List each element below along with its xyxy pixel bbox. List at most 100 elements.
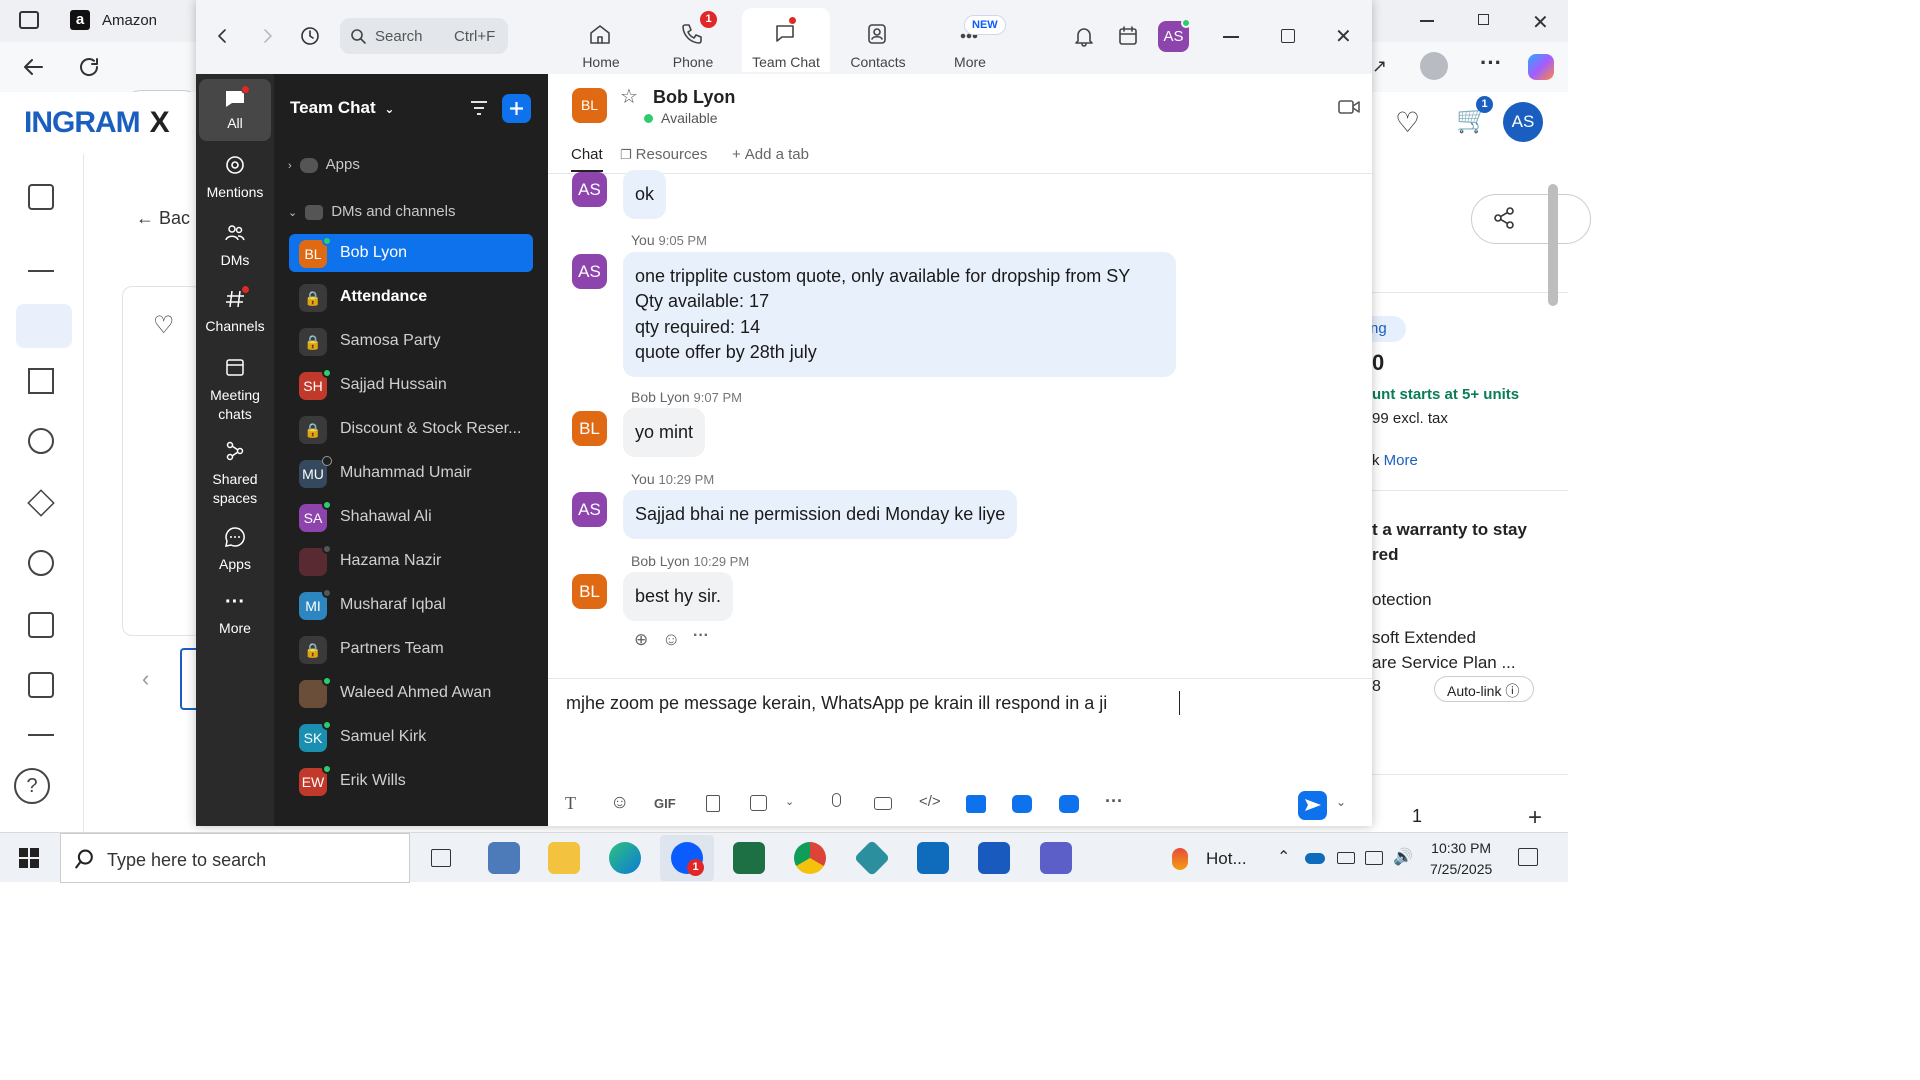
window-menu-icon[interactable] — [19, 11, 39, 29]
chat-list-title[interactable]: Team Chat ⌄ — [290, 98, 394, 118]
help-icon[interactable]: ? — [14, 768, 50, 804]
rail-mentions[interactable]: Mentions — [199, 154, 271, 200]
taskbar-search[interactable]: Type here to search — [60, 833, 410, 883]
quantity-increase-icon[interactable]: + — [1528, 804, 1542, 832]
tray-expand-icon[interactable]: ⌃ — [1277, 847, 1290, 867]
filter-icon[interactable] — [470, 100, 488, 116]
quantity-value[interactable]: 1 — [1412, 806, 1422, 827]
whiteboard-app-icon[interactable] — [1012, 795, 1032, 813]
forward-icon[interactable] — [258, 27, 276, 45]
orders-icon[interactable] — [28, 672, 54, 698]
home-icon[interactable] — [28, 184, 54, 210]
support-icon[interactable] — [28, 550, 54, 576]
chat-row-bob-lyon[interactable]: BL Bob Lyon — [289, 234, 533, 272]
favorite-heart-icon[interactable]: ♡ — [153, 311, 175, 340]
back-arrow-icon[interactable] — [22, 55, 46, 79]
tab-team-chat[interactable]: Team Chat — [742, 8, 830, 72]
minimize-window-icon[interactable] — [1420, 20, 1434, 22]
site-profile-avatar[interactable]: AS — [1503, 102, 1543, 142]
back-link[interactable]: ← Bac — [136, 208, 190, 229]
message-bubble[interactable]: ok — [623, 170, 667, 220]
chat-row-musharaf-iqbal[interactable]: MI Musharaf Iqbal — [289, 586, 533, 624]
battery-icon[interactable] — [1337, 852, 1355, 864]
excel-app-icon[interactable] — [733, 842, 765, 874]
tab-more[interactable]: NEW More — [926, 8, 1014, 72]
message-more-icon[interactable]: ··· — [693, 627, 709, 645]
microphone-icon[interactable] — [832, 793, 841, 807]
back-icon[interactable] — [214, 27, 232, 45]
tab-home[interactable]: Home — [557, 8, 645, 72]
browser-menu-icon[interactable]: ··· — [1480, 50, 1502, 76]
windows-start-icon[interactable] — [19, 848, 39, 868]
zoom-minimize-icon[interactable] — [1223, 36, 1239, 38]
reload-icon[interactable] — [77, 55, 101, 79]
word-app-icon[interactable] — [978, 842, 1010, 874]
app-icon[interactable] — [853, 839, 891, 877]
video-message-icon[interactable] — [874, 797, 892, 810]
chat-row-hazama-nazir[interactable]: Hazama Nazir — [289, 542, 533, 580]
calendar-icon[interactable] — [1117, 25, 1139, 47]
rail-dms[interactable]: DMs — [199, 222, 271, 268]
contact-avatar[interactable]: BL — [572, 88, 607, 123]
edge-browser-icon[interactable] — [609, 842, 641, 874]
chat-row-shahawal-ali[interactable]: SA Shahawal Ali — [289, 498, 533, 536]
wishlist-heart-icon[interactable]: ♡ — [1395, 106, 1420, 139]
tab-chat[interactable]: Chat — [571, 146, 603, 172]
carousel-prev-icon[interactable]: ‹ — [142, 666, 149, 692]
restore-window-icon[interactable] — [1478, 14, 1489, 25]
message-bubble[interactable]: one tripplite custom quote, only availab… — [623, 252, 1176, 378]
extensions-icon[interactable]: ↗ — [1372, 56, 1387, 77]
meeting-app-icon[interactable] — [1059, 795, 1079, 813]
layers-icon[interactable] — [27, 489, 55, 517]
apps-section[interactable]: › Apps — [288, 156, 360, 173]
file-icon[interactable] — [706, 795, 720, 812]
chat-row-muhammad-umair[interactable]: MU Muhammad Umair — [289, 454, 533, 492]
history-icon[interactable] — [299, 25, 321, 47]
code-snippet-icon[interactable]: </> — [919, 793, 941, 810]
catalog-icon[interactable] — [16, 304, 72, 348]
copilot-icon[interactable] — [1528, 54, 1554, 80]
emoji-icon[interactable]: ☺ — [610, 792, 629, 814]
docs-app-icon[interactable] — [966, 795, 986, 813]
tab-phone[interactable]: 1 Phone — [649, 8, 737, 72]
chat-row-sajjad-hussain[interactable]: SH Sajjad Hussain — [289, 366, 533, 404]
zoom-close-icon[interactable]: ✕ — [1335, 24, 1352, 49]
volume-icon[interactable]: 🔊 — [1393, 847, 1413, 867]
tab-resources[interactable]: ❐ Resources — [620, 146, 707, 163]
calendar-icon[interactable] — [28, 612, 54, 638]
task-view-icon[interactable] — [431, 849, 451, 867]
outlook-app-icon[interactable] — [917, 842, 949, 874]
screenshot-dropdown-icon[interactable]: ⌄ — [785, 795, 794, 808]
rail-channels[interactable]: Channels — [199, 285, 271, 334]
chat-row-samuel-kirk[interactable]: SK Samuel Kirk — [289, 718, 533, 756]
chrome-app-icon[interactable] — [794, 842, 826, 874]
thumbs-up-icon[interactable] — [28, 734, 54, 754]
weather-text[interactable]: Hot... — [1206, 849, 1247, 869]
chat-row-samosa-party[interactable]: 🔒 Samosa Party — [289, 322, 533, 360]
chat-row-waleed-ahmed-awan[interactable]: Waleed Ahmed Awan — [289, 674, 533, 712]
rail-all[interactable]: All — [199, 79, 271, 141]
video-call-icon[interactable] — [1338, 98, 1360, 116]
rail-meeting-chats[interactable]: Meeting chats — [199, 356, 271, 424]
send-options-icon[interactable]: ⌄ — [1336, 795, 1346, 809]
share-button[interactable] — [1471, 194, 1591, 244]
weather-icon[interactable] — [1172, 848, 1188, 870]
add-reaction-icon[interactable]: ☺ — [662, 629, 680, 650]
store-icon[interactable] — [28, 368, 54, 394]
zoom-maximize-icon[interactable] — [1281, 29, 1295, 43]
close-window-icon[interactable]: ✕ — [1532, 10, 1549, 35]
notification-bell-icon[interactable] — [1073, 25, 1095, 47]
contact-name[interactable]: Bob Lyon — [653, 87, 735, 108]
send-button[interactable] — [1298, 791, 1327, 820]
tab-contacts[interactable]: Contacts — [834, 8, 922, 72]
message-bubble[interactable]: Sajjad bhai ne permission dedi Monday ke… — [623, 490, 1018, 540]
browser-tab-title[interactable]: Amazon — [102, 12, 157, 29]
rail-apps[interactable]: Apps — [199, 526, 271, 572]
chat-row-partners-team[interactable]: 🔒 Partners Team — [289, 630, 533, 668]
zoom-search-box[interactable]: Search Ctrl+F — [340, 18, 508, 54]
message-bubble[interactable]: yo mint — [623, 408, 706, 458]
more-link[interactable]: k More — [1372, 452, 1418, 469]
notifications-icon[interactable] — [1518, 848, 1538, 866]
browser-profile-avatar[interactable] — [1420, 52, 1448, 80]
rail-shared-spaces[interactable]: Shared spaces — [199, 440, 271, 508]
